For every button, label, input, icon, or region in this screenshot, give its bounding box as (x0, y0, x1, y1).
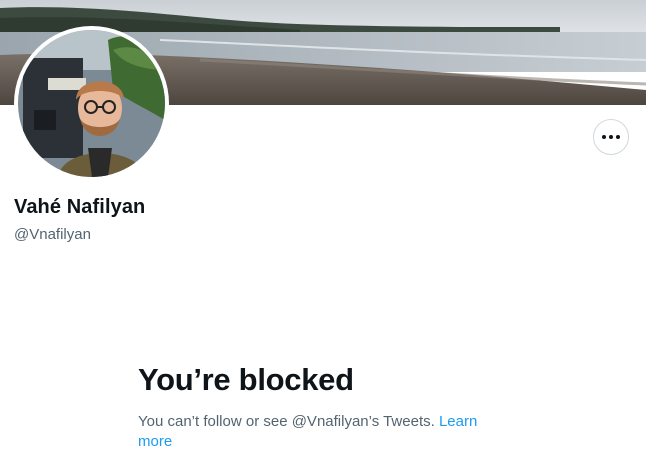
profile-handle: @Vnafilyan (14, 226, 91, 243)
profile-avatar[interactable] (14, 26, 169, 181)
blocked-message: You can’t follow or see @Vnafilyan’s Twe… (138, 412, 508, 452)
blocked-title: You’re blocked (138, 362, 354, 397)
blocked-message-text: You can’t follow or see @Vnafilyan’s Twe… (138, 413, 435, 430)
more-options-button[interactable] (593, 119, 629, 155)
profile-display-name: Vahé Nafilyan (14, 196, 146, 218)
more-horizontal-icon (602, 135, 620, 139)
